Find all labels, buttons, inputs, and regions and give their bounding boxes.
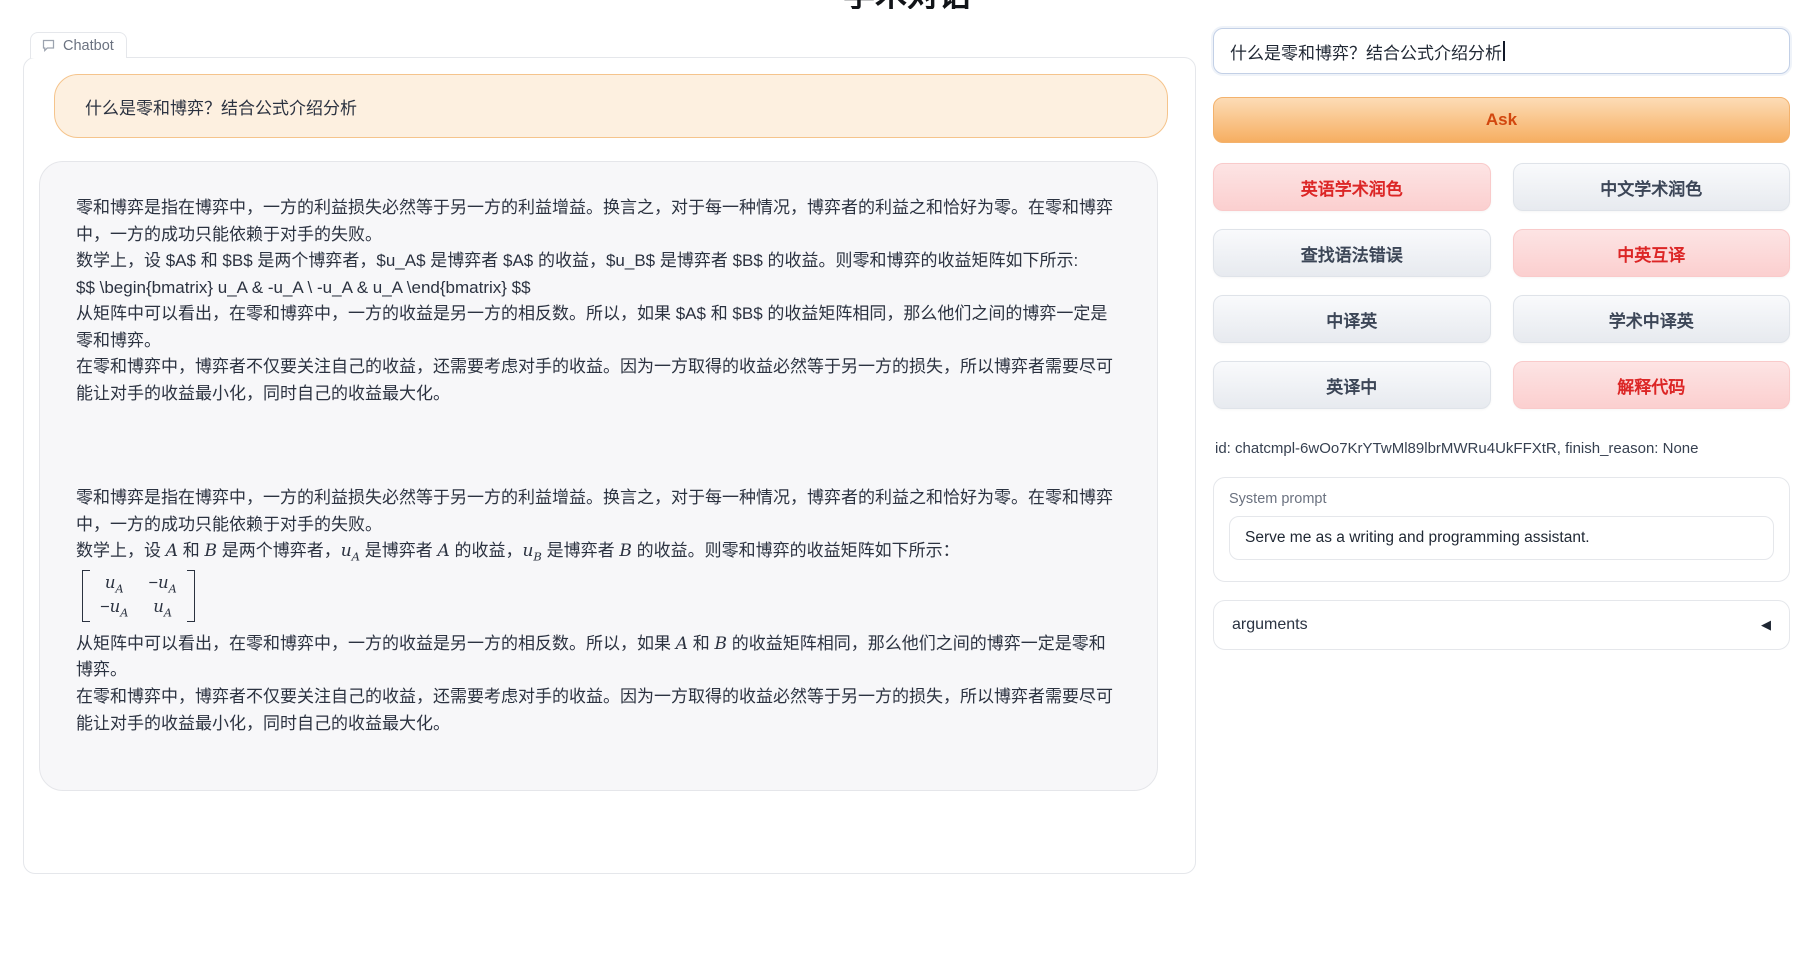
bot-message-bubble: 零和博弈是指在博弈中，一方的利益损失必然等于另一方的利益增益。换言之，对于每一种… [39,161,1158,791]
quick-action-grid: 英语学术润色 中文学术润色 查找语法错误 中英互译 中译英 学术中译英 英译中 … [1213,163,1790,409]
button-chinese-academic-polish[interactable]: 中文学术润色 [1513,163,1791,211]
matrix-cell: uA [105,572,124,596]
user-message-text: 什么是零和博弈？结合公式介绍分析 [85,94,357,119]
bot-raw-paragraph-2: 数学上，设 $A$ 和 $B$ 是两个博弈者，$u_A$ 是博弈者 $A$ 的收… [76,248,1121,275]
arguments-accordion-label: arguments [1232,616,1308,634]
chatbot-panel-label: Chatbot [30,32,127,58]
response-id-status: id: chatcmpl-6wOo7KrYTwMl89lbrMWRu4UkFFX… [1215,440,1699,457]
payoff-matrix-line: uA −uA −uA uA [76,566,1121,631]
text-caret [1503,41,1505,61]
button-explain-code[interactable]: 解释代码 [1513,361,1791,409]
chatbot-panel: 什么是零和博弈？结合公式介绍分析 零和博弈是指在博弈中，一方的利益损失必然等于另… [23,57,1196,874]
user-message-bubble: 什么是零和博弈？结合公式介绍分析 [54,74,1168,138]
matrix-right-bracket [187,570,195,623]
matrix-cell: −uA [148,572,176,596]
system-prompt-label: System prompt [1229,491,1774,507]
bot-rendered-paragraph-2: 数学上，设 A 和 B 是两个博弈者，uA 是博弈者 A 的收益，uB 是博弈者… [76,538,1121,565]
matrix-cell: −uA [100,596,128,620]
bot-raw-latex-matrix: $$ \begin{bmatrix} u_A & -u_A \ -u_A & u… [76,275,1121,302]
bot-raw-paragraph-4: 从矩阵中可以看出，在零和博弈中，一方的收益是另一方的相反数。所以，如果 $A$ … [76,301,1121,354]
page-title-text: 学术对话 [843,0,971,9]
matrix-cell: uA [153,596,172,620]
chatbot-label-text: Chatbot [63,38,114,54]
button-academic-zh-to-en[interactable]: 学术中译英 [1513,295,1791,343]
accordion-collapse-icon: ◀ [1761,617,1771,633]
arguments-accordion[interactable]: arguments ◀ [1213,600,1790,650]
system-prompt-value: Serve me as a writing and programming as… [1245,529,1590,547]
system-prompt-group: System prompt Serve me as a writing and … [1213,477,1790,582]
control-column: 什么是零和博弈？结合公式介绍分析 Ask 英语学术润色 中文学术润色 查找语法错… [1213,0,1790,961]
button-zh-en-mutual-translate[interactable]: 中英互译 [1513,229,1791,277]
payoff-matrix: uA −uA −uA uA [82,570,195,623]
system-prompt-input[interactable]: Serve me as a writing and programming as… [1229,516,1774,560]
button-find-grammar-errors[interactable]: 查找语法错误 [1213,229,1491,277]
matrix-cells: uA −uA −uA uA [90,570,187,623]
ask-button-label: Ask [1486,110,1517,130]
chat-bubble-icon [41,38,56,53]
bot-rendered-paragraph-1: 零和博弈是指在博弈中，一方的利益损失必然等于另一方的利益增益。换言之，对于每一种… [76,485,1121,538]
question-input-value: 什么是零和博弈？结合公式介绍分析 [1230,39,1502,64]
button-english-academic-polish[interactable]: 英语学术润色 [1213,163,1491,211]
ask-button[interactable]: Ask [1213,97,1790,143]
bot-raw-paragraph-5: 在零和博弈中，博弈者不仅要关注自己的收益，还需要考虑对手的收益。因为一方取得的收… [76,354,1121,407]
button-zh-to-en[interactable]: 中译英 [1213,295,1491,343]
bot-rendered-paragraph-5: 在零和博弈中，博弈者不仅要关注自己的收益，还需要考虑对手的收益。因为一方取得的收… [76,684,1121,737]
bot-raw-paragraph-1: 零和博弈是指在博弈中，一方的利益损失必然等于另一方的利益增益。换言之，对于每一种… [76,195,1121,248]
bot-rendered-paragraph-4: 从矩阵中可以看出，在零和博弈中，一方的收益是另一方的相反数。所以，如果 A 和 … [76,631,1121,684]
button-en-to-zh[interactable]: 英译中 [1213,361,1491,409]
paragraph-gap [76,407,1121,485]
question-input[interactable]: 什么是零和博弈？结合公式介绍分析 [1213,28,1790,74]
matrix-left-bracket [82,570,90,623]
